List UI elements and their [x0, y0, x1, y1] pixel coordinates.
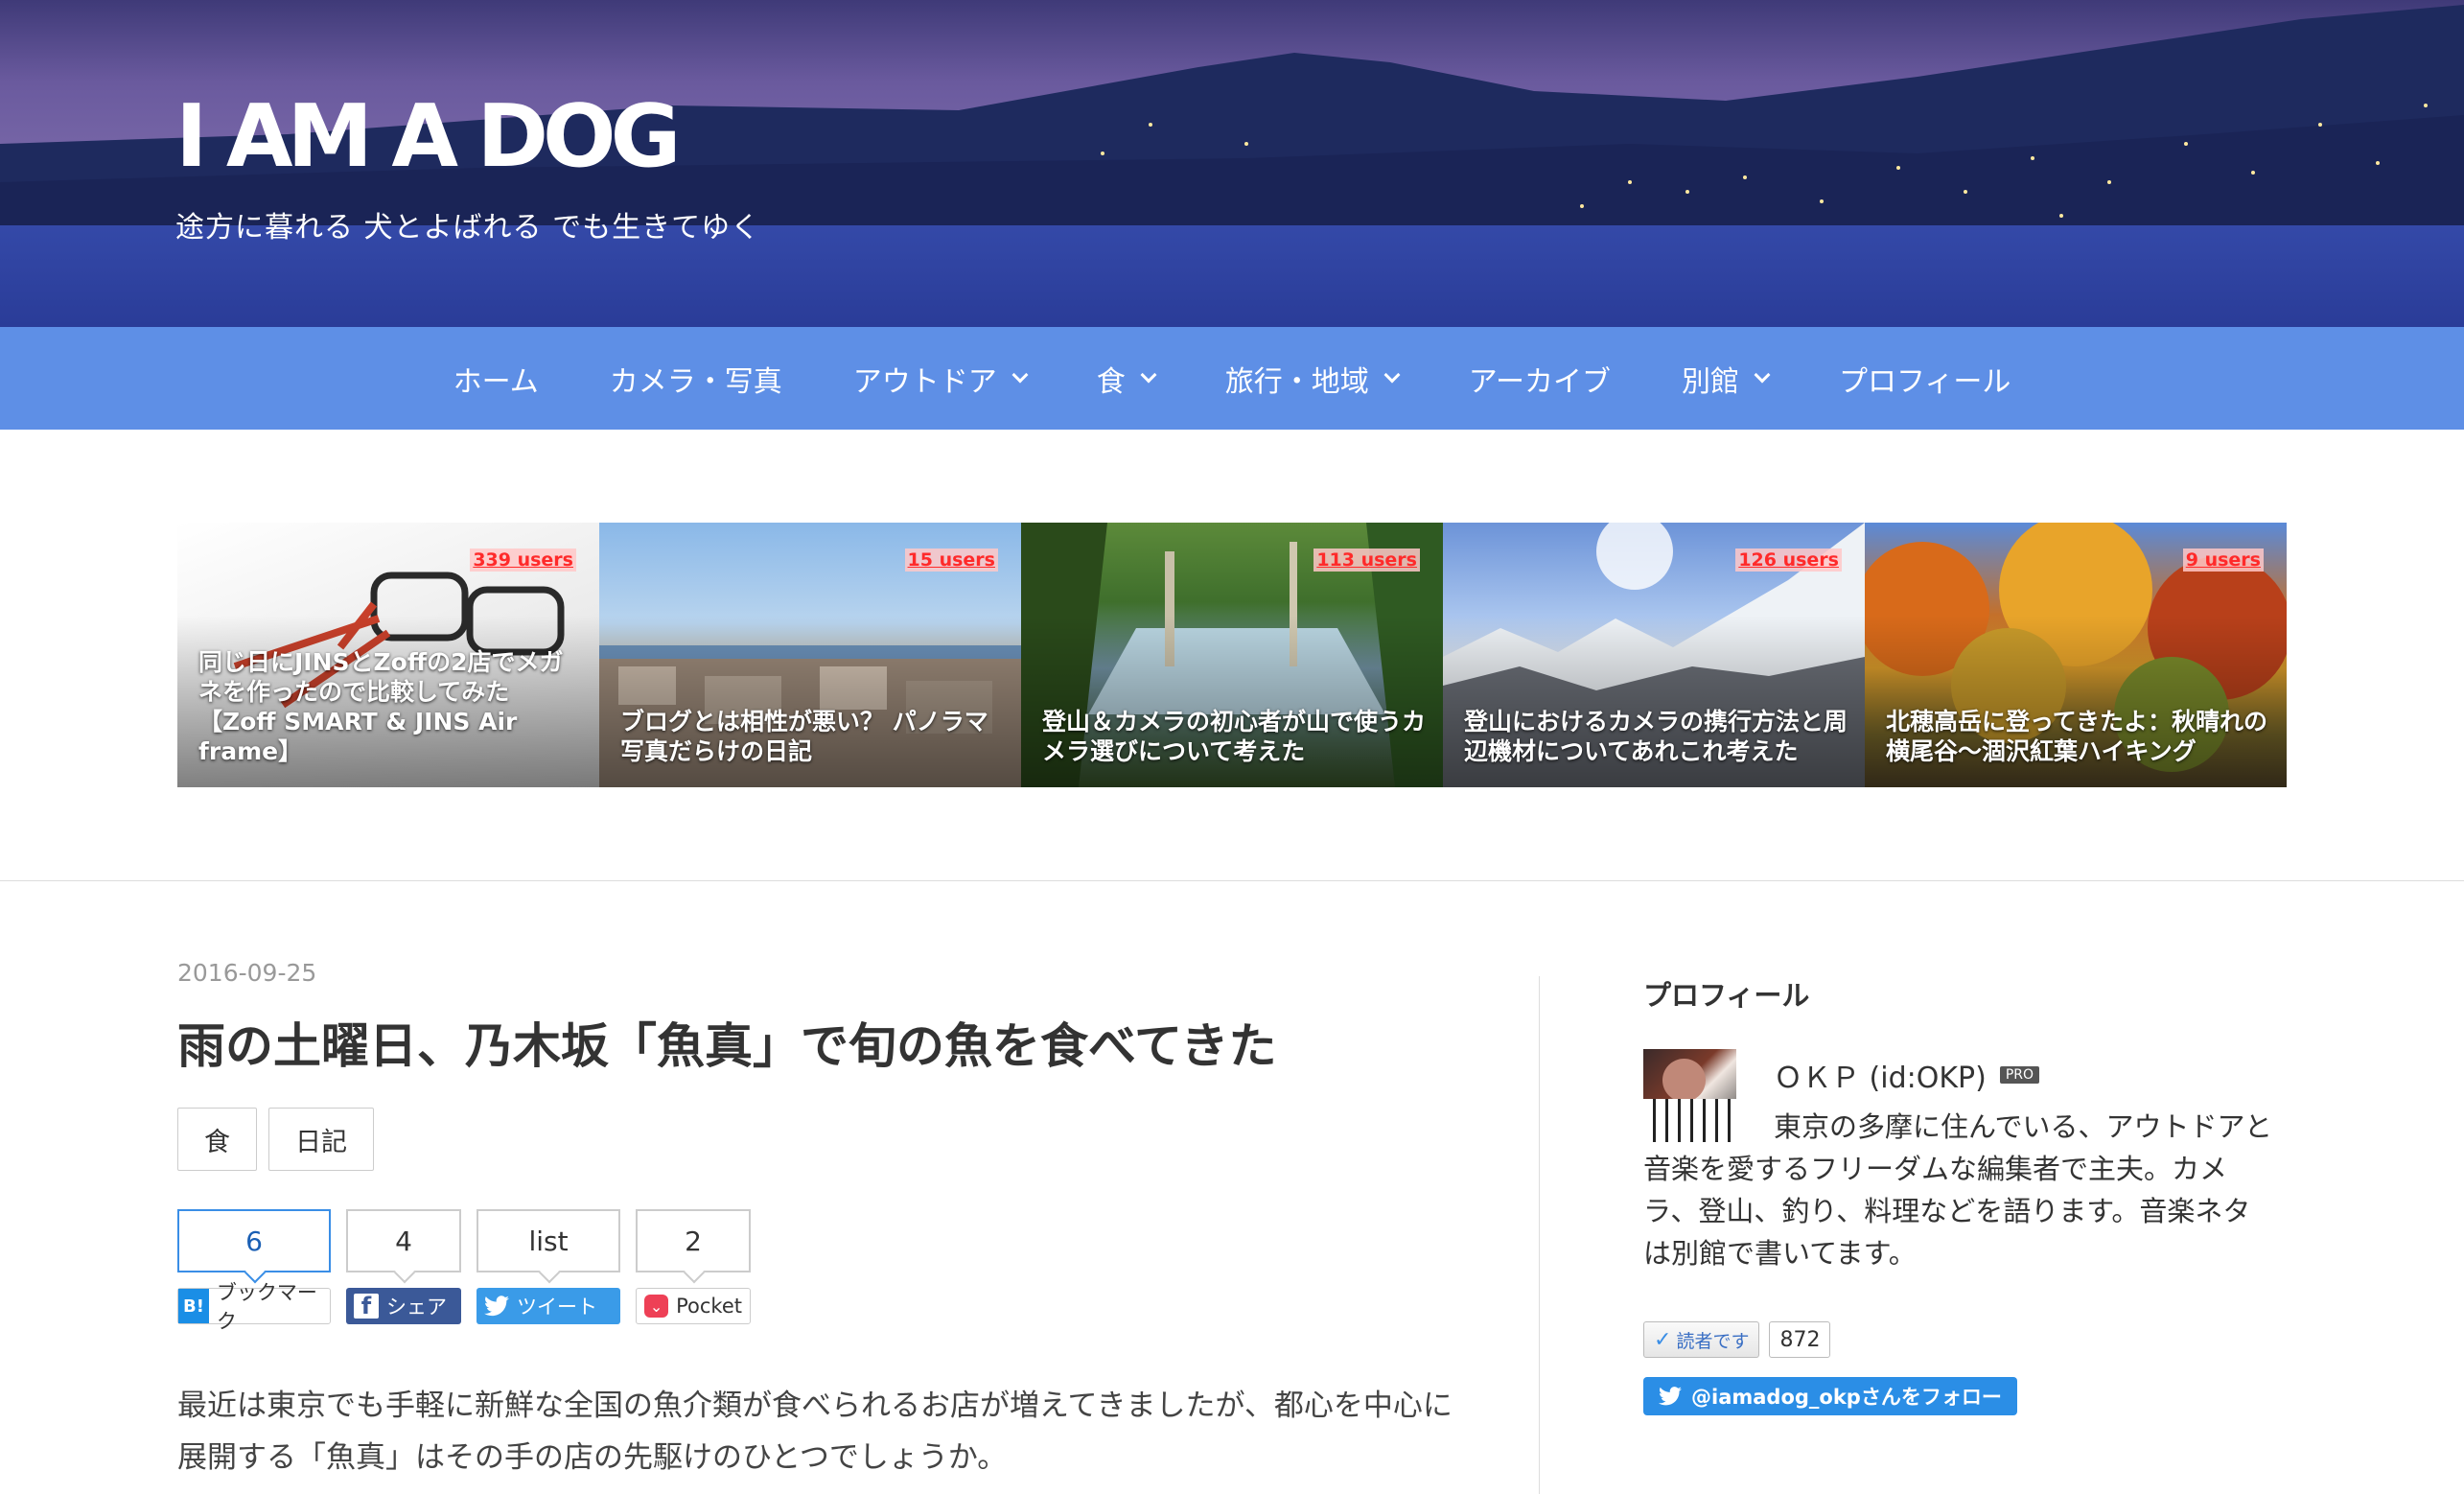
section-divider: [0, 880, 2464, 881]
entry-categories: 食 日記: [177, 1108, 1539, 1171]
twitter-follow-button[interactable]: @iamadog_okpさんをフォロー: [1643, 1377, 2017, 1415]
hatena-bookmark-label[interactable]: B! ブックマーク: [177, 1281, 331, 1333]
follow-button-label: @iamadog_okpさんをフォロー: [1691, 1386, 2002, 1409]
global-nav: ホーム カメラ・写真 アウトドア 食 旅行・地域 アーカイブ 別館 プロフィール: [0, 327, 2464, 430]
nav-item-label: 旅行・地域: [1224, 364, 1369, 399]
featured-entry-title[interactable]: 登山＆カメラの初心者が山で使うカメラ選びについて考えた: [1042, 707, 1426, 766]
nav-item-annex[interactable]: 別館: [1646, 327, 1803, 430]
nav-item-label: 別館: [1681, 364, 1739, 399]
blog-title[interactable]: I AM A DOG: [175, 94, 681, 180]
pro-badge: PRO: [1999, 1066, 2040, 1084]
twitter-list-link[interactable]: list: [477, 1209, 620, 1272]
nav-item-label: アーカイブ: [1468, 364, 1611, 399]
profile-id[interactable]: ＯＫＰ (id:OKP) PRO: [1774, 1054, 2040, 1096]
chevron-down-icon: [1011, 366, 1029, 383]
pocket-count[interactable]: 2: [636, 1209, 751, 1272]
chevron-down-icon: [1140, 366, 1157, 383]
nav-item-archive[interactable]: アーカイブ: [1433, 327, 1646, 430]
chevron-down-icon: [1383, 366, 1401, 383]
category-tag[interactable]: 食: [177, 1108, 257, 1171]
nav-item-camera[interactable]: カメラ・写真: [574, 327, 818, 430]
entry-date[interactable]: 2016-09-25: [177, 959, 1539, 987]
reader-button-label: 読者です: [1676, 1330, 1750, 1352]
featured-entry[interactable]: 113 users 登山＆カメラの初心者が山で使うカメラ選びについて考えた: [1021, 523, 1443, 787]
subscribe-button[interactable]: ✓ 読者です 872: [1643, 1321, 1831, 1358]
entry-body: 最近は東京でも手軽に新鮮な全国の魚介類が食べられるお店が増えてきましたが、都心を…: [177, 1389, 1453, 1475]
facebook-share-label[interactable]: f シェア: [346, 1288, 461, 1324]
hatena-bookmark-button[interactable]: 6 B! ブックマーク: [177, 1209, 331, 1333]
nav-item-profile[interactable]: プロフィール: [1803, 327, 2046, 430]
share-label: シェア: [386, 1296, 447, 1319]
sidebar-heading: プロフィール: [1643, 979, 1810, 1012]
chevron-down-icon: [1754, 366, 1771, 383]
blog-description: 途方に暮れる 犬とよばれる でも生きてゆく: [175, 211, 761, 245]
pocket-button[interactable]: 2 ⌄ Pocket: [636, 1209, 751, 1324]
pocket-label[interactable]: ⌄ Pocket: [636, 1288, 751, 1324]
featured-entry-title[interactable]: 同じ日にJINSとZoffの2店でメガネを作ったので比較してみた【Zoff SM…: [198, 647, 582, 766]
facebook-share-button[interactable]: 4 f シェア: [346, 1209, 461, 1324]
share-label: ブックマーク: [216, 1281, 317, 1333]
entry-article: 2016-09-25 雨の土曜日、乃木坂「魚真」で旬の魚を食べてきた 食 日記 …: [177, 959, 1539, 1483]
bookmark-users-badge[interactable]: 126 users: [1735, 549, 1842, 572]
avatar-hand-shape: [1662, 1059, 1706, 1102]
featured-entry[interactable]: 126 users 登山におけるカメラの携行方法と周辺機材についてあれこれ考えた: [1443, 523, 1865, 787]
facebook-share-count[interactable]: 4: [346, 1209, 461, 1272]
column-separator: [1539, 976, 1540, 1494]
bookmark-users-badge[interactable]: 15 users: [904, 549, 998, 572]
nav-item-outdoor[interactable]: アウトドア: [818, 327, 1061, 430]
nav-item-label: 食: [1096, 364, 1126, 399]
featured-entry[interactable]: 339 users 同じ日にJINSとZoffの2店でメガネを作ったので比較して…: [177, 523, 599, 787]
bookmark-users-badge[interactable]: 9 users: [2182, 549, 2264, 572]
twitter-tweet-label[interactable]: ツイート: [477, 1288, 620, 1324]
nav-item-travel[interactable]: 旅行・地域: [1190, 327, 1433, 430]
nav-item-food[interactable]: 食: [1061, 327, 1190, 430]
profile-id-text[interactable]: ＯＫＰ (id:OKP): [1774, 1054, 1987, 1096]
reader-count: 872: [1769, 1321, 1831, 1358]
featured-entries: 339 users 同じ日にJINSとZoffの2店でメガネを作ったので比較して…: [177, 523, 2287, 787]
bookmark-users-badge[interactable]: 113 users: [1313, 549, 1420, 572]
featured-entry-title[interactable]: ブログとは相性が悪い？ パノラマ写真だらけの日記: [620, 707, 1004, 766]
sidebar-profile-module: プロフィール ＯＫＰ (id:OKP) PRO 東京の多摩に住んでいる、アウトド…: [1643, 973, 2276, 1415]
facebook-icon: f: [354, 1293, 379, 1319]
nav-item-label: カメラ・写真: [609, 364, 782, 399]
twitter-bird-icon: [1659, 1387, 1682, 1406]
check-icon: ✓: [1654, 1327, 1672, 1352]
featured-entry-title[interactable]: 北穂高岳に登ってきたよ：秋晴れの横尾谷〜涸沢紅葉ハイキング: [1886, 707, 2269, 766]
nav-item-label: アウトドア: [852, 364, 997, 399]
pocket-icon: ⌄: [644, 1295, 669, 1318]
share-label: Pocket: [676, 1295, 742, 1318]
featured-entry-title[interactable]: 登山におけるカメラの携行方法と周辺機材についてあれこれ考えた: [1464, 707, 1848, 766]
profile-description: 東京の多摩に住んでいる、アウトドアと音楽を愛するフリーダムな編集者で主夫。カメラ…: [1643, 1110, 2272, 1270]
share-label: ツイート: [517, 1296, 597, 1319]
category-tag[interactable]: 日記: [268, 1108, 374, 1171]
blog-header: I AM A DOG 途方に暮れる 犬とよばれる でも生きてゆく: [0, 0, 2464, 327]
bookmark-users-badge[interactable]: 339 users: [470, 549, 576, 572]
hatena-bookmark-count[interactable]: 6: [177, 1209, 331, 1272]
twitter-bird-icon: [484, 1296, 509, 1317]
social-share-buttons: 6 B! ブックマーク 4 f シェア list ツイート 2 ⌄ Pocket: [177, 1209, 1539, 1333]
nav-item-label: ホーム: [453, 364, 539, 399]
featured-entry[interactable]: 15 users ブログとは相性が悪い？ パノラマ写真だらけの日記: [599, 523, 1021, 787]
featured-entry[interactable]: 9 users 北穂高岳に登ってきたよ：秋晴れの横尾谷〜涸沢紅葉ハイキング: [1865, 523, 2287, 787]
reader-button[interactable]: ✓ 読者です: [1643, 1321, 1760, 1358]
twitter-tweet-button[interactable]: list ツイート: [477, 1209, 620, 1324]
nav-item-home[interactable]: ホーム: [418, 327, 574, 430]
entry-title[interactable]: 雨の土曜日、乃木坂「魚真」で旬の魚を食べてきた: [177, 1017, 1539, 1075]
hatena-b-icon: B!: [178, 1289, 209, 1323]
nav-item-label: プロフィール: [1838, 364, 2011, 399]
